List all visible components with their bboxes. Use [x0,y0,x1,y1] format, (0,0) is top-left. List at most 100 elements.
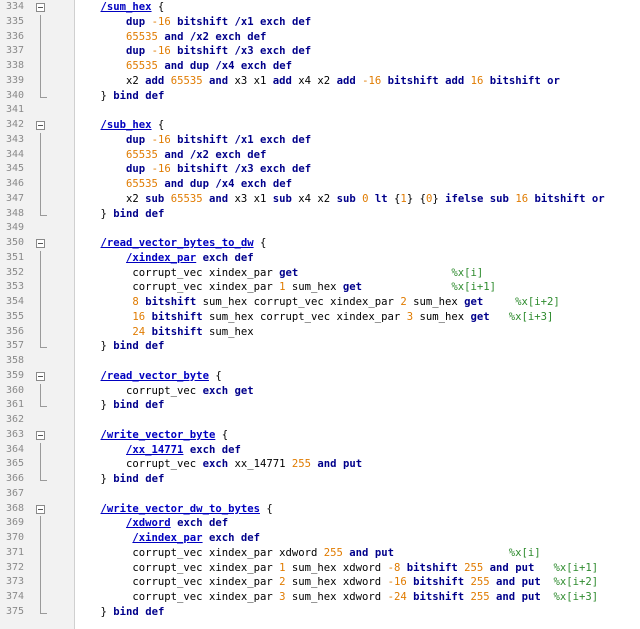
line-number: 369 [5,517,24,529]
fold-guide-line [40,177,41,192]
gutter-row: 371 [0,545,74,561]
code-line[interactable]: } bind def [75,398,640,413]
code-line[interactable]: 65535 and dup /x4 exch def [75,177,640,192]
code-line[interactable]: /sum_hex { [75,0,640,15]
keyword: sub [336,192,356,205]
code-line[interactable]: /xindex_par exch def [75,251,640,266]
line-number: 338 [5,60,24,71]
code-line-text: 24 bitshift sum_hex [75,325,253,340]
keyword: put [521,591,541,603]
code-line[interactable]: } bind def [75,207,640,222]
code-line[interactable]: /write_vector_byte { [75,428,640,443]
keyword: and [496,576,516,589]
line-number: 335 [5,15,24,27]
code-line[interactable] [75,413,640,428]
line-number: 341 [5,104,24,116]
keyword: def [247,30,267,43]
code-line[interactable]: 65535 and /x2 exch def [75,148,640,163]
procedure-name: /read_vector_bytes_to_dw [100,237,254,249]
code-line[interactable]: corrupt_vec xindex_par xdword 255 and pu… [75,546,640,561]
code-line[interactable]: /write_vector_dw_to_bytes { [75,502,640,517]
code-line[interactable]: /xindex_par exch def [75,531,640,546]
code-line[interactable] [75,354,640,369]
keyword: bind [113,605,139,618]
gutter-row: 354 [0,295,74,310]
keyword: and [349,546,369,559]
code-line[interactable] [75,221,640,236]
code-text: } [100,340,114,353]
code-line[interactable]: /sub_hex { [75,118,640,133]
code-line[interactable]: dup -16 bitshift /x3 exch def [75,44,640,59]
code-line[interactable]: 65535 and dup /x4 exch def [75,59,640,74]
code-line[interactable]: /read_vector_byte { [75,369,640,384]
line-number: 334 [5,1,24,12]
fold-guide-line [40,147,41,163]
code-line-text: corrupt_vec xindex_par 1 sum_hex xdword … [75,561,598,576]
fold-toggle-icon[interactable] [36,121,45,130]
keyword: /x3 [234,163,254,176]
code-line[interactable]: /read_vector_bytes_to_dw { [75,236,640,251]
keyword: exch [202,251,229,264]
fold-toggle-icon[interactable] [36,3,45,12]
code-line[interactable]: dup -16 bitshift /x1 exch def [75,133,640,148]
code-line[interactable] [75,103,640,118]
code-line[interactable]: corrupt_vec xindex_par 1 sum_hex xdword … [75,561,640,576]
fold-toggle-icon[interactable] [36,430,45,440]
gutter-row: 355 [0,309,74,325]
code-line[interactable]: corrupt_vec xindex_par 1 sum_hex get %x[… [75,280,640,295]
code-line[interactable]: 8 bitshift sum_hex corrupt_vec xindex_pa… [75,295,640,310]
keyword: def [272,60,292,72]
code-text: x3 x1 [228,74,273,87]
code-line[interactable]: corrupt_vec xindex_par get %x[i] [75,266,640,281]
code-line[interactable]: x2 add 65535 and x3 x1 add x4 x2 add -16… [75,74,640,89]
fold-toggle-icon[interactable] [36,239,45,248]
keyword: bitshift [387,74,439,87]
keyword: def [291,163,312,176]
code-line[interactable]: 65535 and /x2 exch def [75,30,640,45]
keyword: or [547,74,560,87]
code-line[interactable]: } bind def [75,89,640,104]
keyword: add [272,74,292,87]
code-line[interactable]: } bind def [75,472,640,487]
code-line[interactable]: corrupt_vec exch get [75,384,640,399]
gutter-row: 342 [0,118,74,133]
gutter-rows: 334 335 336 337 338 339 340 341 342 343 344 345 346 3… [0,0,74,620]
code-line[interactable]: x2 sub 65535 and x3 x1 sub x4 x2 sub 0 l… [75,192,640,207]
fold-guide-line [40,309,41,325]
line-number: 353 [5,281,24,293]
fold-toggle-icon[interactable] [36,371,45,381]
code-line[interactable]: /xx_14771 exch def [75,443,640,458]
fold-end-marker [40,472,47,481]
gutter-row: 350 [0,236,74,251]
code-line[interactable]: corrupt_vec xindex_par 3 sum_hex xdword … [75,590,640,605]
keyword: def [145,605,165,618]
code-line[interactable]: } bind def [75,605,640,620]
number-literal: 255 [291,458,312,471]
code-line[interactable] [75,487,640,502]
code-editor[interactable]: 334 335 336 337 338 339 340 341 342 343 344 345 346 3… [0,0,640,629]
code-line[interactable]: corrupt_vec exch xx_14771 255 and put [75,457,640,472]
fold-end-marker [40,339,47,349]
code-line[interactable]: dup -16 bitshift /x3 exch def [75,162,640,177]
code-line[interactable]: /xdword exch def [75,516,640,531]
keyword: or [591,192,605,205]
code-line[interactable]: corrupt_vec xindex_par 2 sum_hex xdword … [75,575,640,590]
code-text-area[interactable]: /sum_hex { dup -16 bitshift /x1 exch def… [75,0,640,629]
fold-end-marker [40,604,47,614]
code-line-text: } bind def [75,89,165,104]
fold-toggle-icon[interactable] [36,504,45,514]
procedure-name: /xindex_par [132,532,203,544]
code-line[interactable]: 24 bitshift sum_hex [75,325,640,340]
keyword: dup [189,178,209,190]
code-line[interactable]: dup -16 bitshift /x1 exch def [75,15,640,30]
number-literal: -16 [362,74,382,87]
keyword: bind [113,89,139,102]
code-line[interactable]: 16 bitshift sum_hex corrupt_vec xindex_p… [75,310,640,325]
code-line[interactable]: } bind def [75,339,640,354]
code-text: { [208,369,222,382]
